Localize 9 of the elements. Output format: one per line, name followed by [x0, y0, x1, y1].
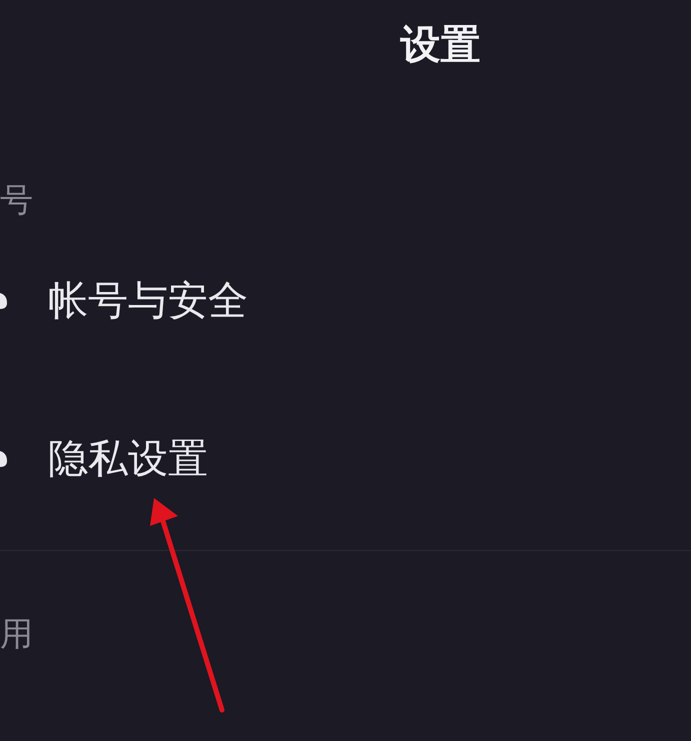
section-heading: 号 — [0, 179, 34, 221]
item-label: 隐私设置 — [48, 439, 208, 479]
item-label: 帐号与安全 — [48, 281, 248, 321]
section-heading: 用 — [0, 613, 34, 655]
item-icon — [0, 449, 8, 469]
settings-item[interactable]: 隐私设置 — [0, 380, 691, 538]
item-icon — [0, 291, 8, 311]
settings-item[interactable]: 帐号与安全 — [0, 222, 691, 380]
page-title: 设置 — [400, 25, 480, 65]
